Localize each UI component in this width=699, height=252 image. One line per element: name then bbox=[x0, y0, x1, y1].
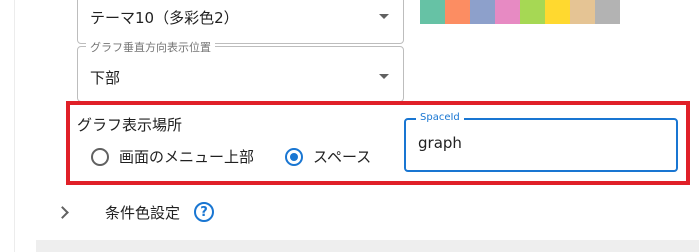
chevron-right-icon[interactable] bbox=[56, 205, 69, 219]
color-palette-preview bbox=[420, 0, 620, 24]
theme-select-value: テーマ10（多彩色2） bbox=[90, 9, 239, 27]
radio-label: 画面のメニュー上部 bbox=[119, 148, 255, 166]
space-id-label: SpaceId bbox=[416, 112, 464, 123]
radio-label: スペース bbox=[313, 148, 372, 166]
bottom-panel bbox=[36, 240, 699, 252]
palette-swatch bbox=[545, 0, 570, 24]
caret-down-icon bbox=[379, 74, 389, 79]
palette-swatch bbox=[595, 0, 620, 24]
help-icon[interactable]: ? bbox=[194, 202, 215, 222]
caret-down-icon bbox=[379, 14, 389, 19]
space-id-field[interactable]: SpaceId bbox=[404, 112, 678, 172]
left-rail bbox=[0, 0, 15, 252]
graph-position-select[interactable]: グラフ垂直方向表示位置 下部 bbox=[77, 39, 404, 102]
graph-position-value: 下部 bbox=[90, 69, 121, 87]
conditional-color-label: 条件色設定 bbox=[105, 203, 181, 222]
palette-swatch bbox=[470, 0, 495, 24]
palette-swatch bbox=[420, 0, 445, 24]
graph-location-label: グラフ表示場所 bbox=[77, 116, 183, 134]
palette-swatch bbox=[520, 0, 545, 24]
space-id-input[interactable] bbox=[418, 134, 658, 152]
theme-select[interactable]: テーマ10（多彩色2） bbox=[77, 0, 404, 44]
radio-option-space[interactable]: スペース bbox=[285, 146, 371, 167]
radio-checked-icon[interactable] bbox=[285, 147, 303, 166]
palette-swatch bbox=[445, 0, 470, 24]
palette-swatch bbox=[495, 0, 520, 24]
graph-position-label: グラフ垂直方向表示位置 bbox=[86, 39, 215, 55]
radio-unchecked-icon[interactable] bbox=[91, 147, 109, 166]
palette-swatch bbox=[570, 0, 595, 24]
conditional-color-accordion[interactable]: 条件色設定 ? bbox=[56, 200, 215, 224]
radio-option-menu-top[interactable]: 画面のメニュー上部 bbox=[91, 146, 254, 167]
